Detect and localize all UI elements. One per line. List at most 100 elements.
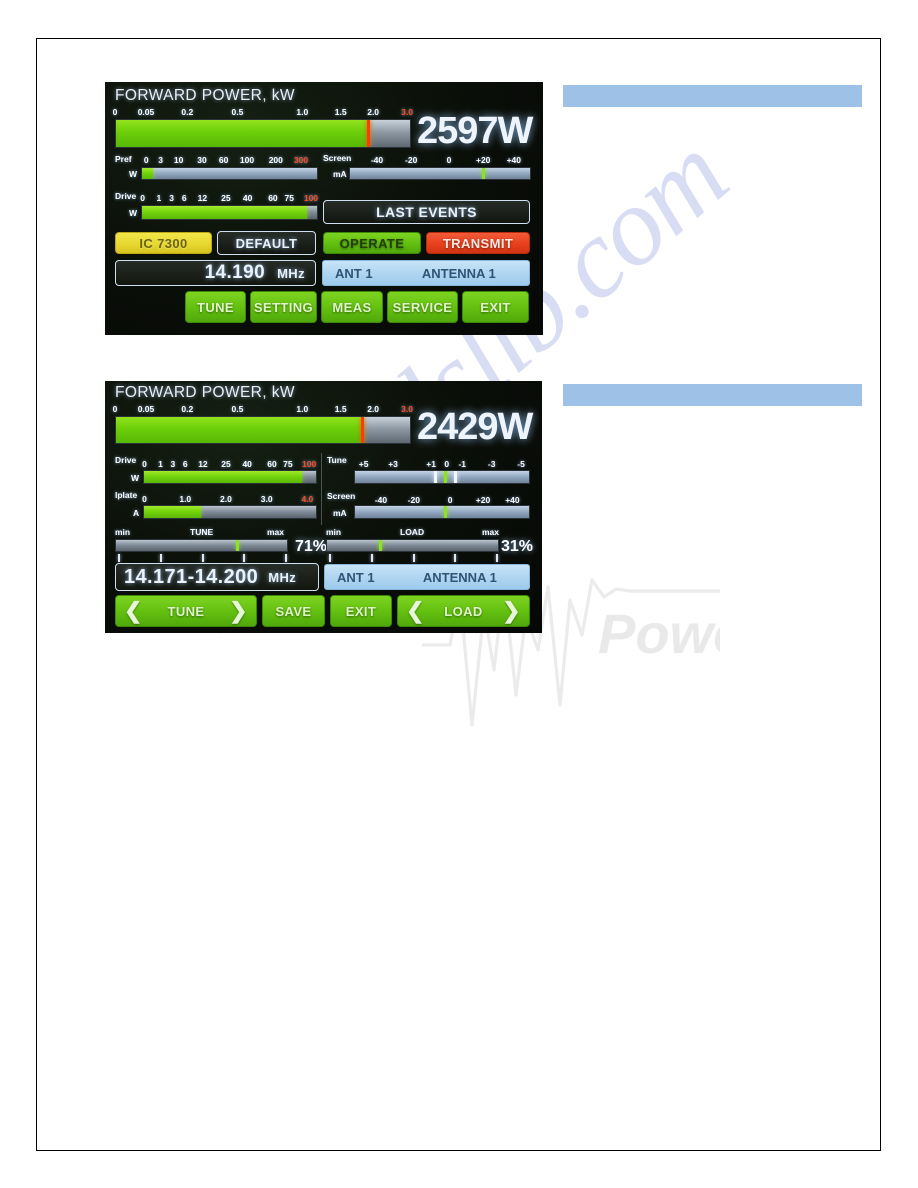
drive-fill-2 [144,471,303,483]
tune-meter-scale-2: +5 +3 +1 0 -1 -3 -5 [355,459,528,470]
screen-meter-bar-1 [349,167,531,180]
antenna-selector-2[interactable]: ANT 1 ANTENNA 1 [324,564,530,590]
screen-meter-bar-2 [354,505,530,519]
menu-exit-button[interactable]: EXIT [462,291,529,323]
drive-unit-2: W [131,473,140,483]
tune-stepper-button[interactable]: ❮ TUNE ❯ [115,595,257,627]
slider-notch [370,554,373,562]
tune-meter-tick: -3 [487,459,496,469]
forward-power-tick: 1.0 [296,107,309,117]
tune-meter-label-2: Tune [327,455,347,465]
iplate-tick: 2.0 [220,494,232,504]
iplate-label-2: Iplate [115,490,138,500]
redacted-text-bar-2 [563,384,862,406]
forward-power-scale-2: 0 0.05 0.2 0.5 1.0 1.5 2.0 3.0 [112,404,413,415]
forward-power-tick: 0 [112,107,118,117]
tune-meter-bar-2 [354,470,530,484]
pref-unit-1: W [129,169,138,179]
tune-slider-value: 71% [295,538,328,555]
chevron-left-icon-load[interactable]: ❮ [406,598,425,624]
drive-scale-2: 0 1 3 6 12 25 40 60 75 100 [141,459,318,470]
menu-service-button[interactable]: SERVICE [387,291,458,323]
chevron-right-icon-load[interactable]: ❯ [502,598,521,624]
forward-power-fill-1 [116,120,369,147]
frequency-display-2[interactable]: 14.171-14.200 MHz [115,563,319,591]
radio-screenshot-operate: FORWARD POWER, kW 0 0.05 0.2 0.5 1.0 1.5 2.0 3.… [105,82,543,335]
drive-scale-1: 0 1 3 6 12 25 40 60 75 100 [139,193,320,204]
tune-slider-track[interactable] [115,539,288,552]
preset-default-button[interactable]: DEFAULT [217,231,316,255]
drive-tick: 3 [170,459,176,469]
forward-power-tick: 0.2 [181,107,194,117]
antenna-selector-1[interactable]: ANT 1 ANTENNA 1 [322,260,530,286]
drive-tick: 60 [267,459,277,469]
operate-mode-button[interactable]: OPERATE [323,232,421,254]
load-stepper-button[interactable]: ❮ LOAD ❯ [397,595,530,627]
iplate-tick: 0 [142,494,147,504]
tune-meter-tick: -1 [458,459,467,469]
menu-meas-button[interactable]: MEAS [321,291,383,323]
pref-label-1: Pref [115,154,132,164]
slider-notch [329,554,332,562]
screen-meter-tick: +20 [475,155,491,165]
iplate-scale-2: 0 1.0 2.0 3.0 4.0 [141,494,318,505]
last-events-button[interactable]: LAST EVENTS [323,200,530,224]
screen-meter-tick: +20 [475,495,491,505]
drive-tick: 3 [169,193,174,203]
tune-slider-handle[interactable] [235,540,239,551]
transmit-state-button[interactable]: TRANSMIT [426,232,530,254]
load-slider-notches [326,554,499,562]
tune-meter-marker [433,471,437,483]
antenna-port-2: ANT 1 [337,569,375,585]
forward-power-tick: 0.5 [231,404,244,414]
pref-scale-1: 0 3 10 30 60 100 200 300 [139,155,319,166]
pref-fill-1 [142,168,153,179]
forward-power-needle-2 [361,417,365,443]
slider-notch [284,554,287,562]
drive-tick: 25 [221,459,231,469]
forward-power-fill-2 [116,417,363,443]
forward-power-tick: 0 [112,404,118,414]
forward-power-tick: 0.05 [137,404,155,414]
iplate-tick: 4.0 [301,494,314,504]
save-button[interactable]: SAVE [262,595,325,627]
load-slider-handle[interactable] [378,540,382,551]
menu-tune-button[interactable]: TUNE [185,291,246,323]
redacted-text-bar-1 [563,85,862,107]
load-slider-track[interactable] [326,539,499,552]
forward-power-tick: 2.0 [367,404,380,414]
tune-meter-marker [454,471,458,483]
forward-power-tick: 3.0 [401,404,413,414]
drive-tick: 25 [221,193,231,203]
drive-bar-1 [141,205,318,220]
screen-meter-tick: -20 [405,155,418,165]
tune-meter-tick: -5 [517,459,525,469]
forward-power-title-1: FORWARD POWER, kW [115,87,295,104]
slider-notch [243,554,246,562]
drive-tick: 0 [140,193,145,203]
drive-tick: 40 [242,459,252,469]
drive-tick: 100 [303,193,319,203]
screen-meter-tick: -40 [370,155,384,165]
screen-meter-scale-1: -40 -20 0 +20 +40 [350,155,530,166]
drive-tick: 60 [268,193,278,203]
menu-setting-button[interactable]: SETTING [250,291,317,323]
pref-tick: 30 [197,155,207,165]
slider-notch [454,554,457,562]
drive-tick: 6 [182,459,188,469]
iplate-fill-2 [144,506,201,518]
tune-slider-max-label: max [267,527,285,537]
screen-meter-label-1: Screen [323,153,352,163]
chevron-left-icon-tune[interactable]: ❮ [124,598,143,624]
drive-label-1: Drive [115,191,137,201]
frequency-display-1[interactable]: 14.190 MHz [115,260,316,286]
forward-power-title-2: FORWARD POWER, kW [115,384,295,401]
radio-model-button[interactable]: IC 7300 [115,232,212,254]
chevron-right-icon-tune[interactable]: ❯ [229,598,248,624]
tune-slider-label: TUNE [190,527,214,537]
load-slider-max-label: max [482,527,500,537]
pref-tick: 200 [268,155,283,165]
pref-tick: 3 [158,155,163,165]
drive-label-2: Drive [115,455,137,465]
exit-button[interactable]: EXIT [330,595,392,627]
